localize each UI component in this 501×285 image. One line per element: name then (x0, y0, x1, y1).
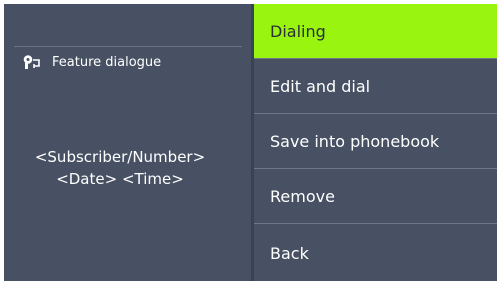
feature-dialogue-icon (23, 55, 40, 69)
menu-item-label: Edit and dial (270, 76, 371, 96)
subscriber-number: <Subscriber/Number> (34, 148, 206, 166)
feature-dialogue-title: Feature dialogue (52, 54, 162, 70)
call-date-time: <Date> <Time> (56, 170, 184, 188)
feature-dialogue-header: Feature dialogue (22, 53, 161, 71)
menu-item-edit-and-dial[interactable]: Edit and dial (254, 59, 497, 113)
menu-item-save-into-phonebook[interactable]: Save into phonebook (254, 114, 497, 168)
phone-screen: Feature dialogue <Subscriber/Number> <Da… (4, 4, 497, 281)
menu-item-label: Remove (270, 186, 335, 206)
menu-item-dialing[interactable]: Dialing (254, 4, 497, 58)
caller-info: <Subscriber/Number> <Date> <Time> (4, 146, 236, 190)
info-panel: Feature dialogue <Subscriber/Number> <Da… (4, 4, 251, 281)
menu-item-label: Dialing (270, 21, 326, 41)
menu-item-label: Save into phonebook (270, 131, 440, 151)
menu-item-back[interactable]: Back (254, 226, 497, 280)
menu-item-label: Back (270, 243, 309, 263)
menu-item-remove[interactable]: Remove (254, 169, 497, 223)
feature-menu: Dialing Edit and dial Save into phoneboo… (254, 4, 497, 281)
menu-divider (254, 223, 497, 224)
info-divider (14, 46, 242, 47)
